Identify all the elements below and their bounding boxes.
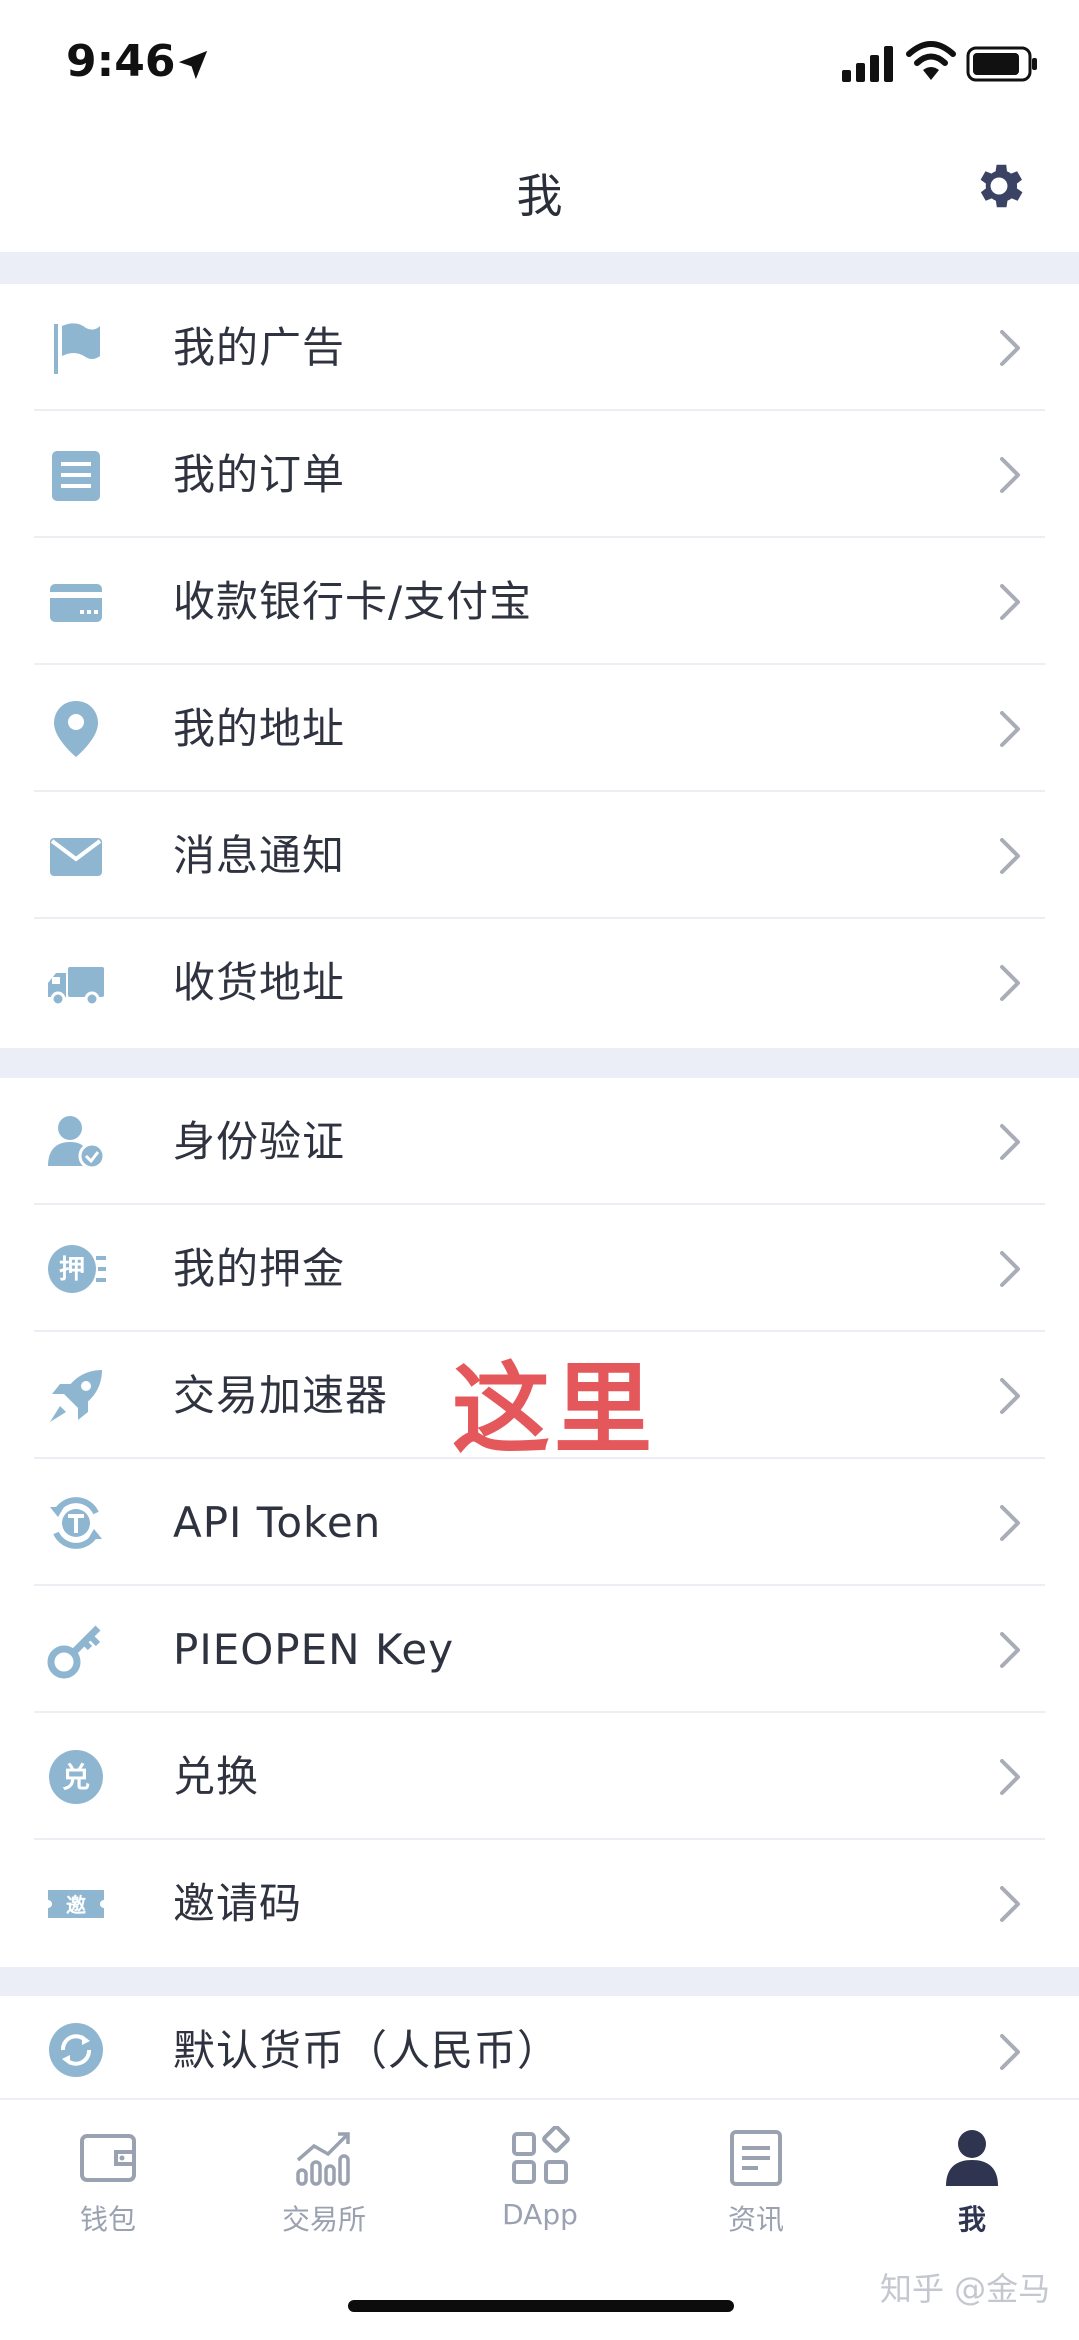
menu-item-label: 收货地址 [173, 958, 346, 1007]
annotation-text: 这里 [452, 1353, 657, 1467]
menu-item-notifications[interactable]: 消息通知 [0, 792, 1079, 919]
section-separator [0, 1048, 1079, 1078]
section-separator [0, 252, 1079, 284]
navigation-bar: 我 [0, 130, 1079, 252]
invite-icon-glyph: 邀 [66, 1893, 86, 1917]
tab-label: DApp [502, 2198, 578, 2231]
section-separator [0, 1966, 1079, 1996]
location-pin-icon [54, 701, 98, 757]
user-verified-icon [48, 1116, 106, 1170]
news-icon [730, 2130, 782, 2186]
menu-item-label: API Token [173, 1498, 382, 1547]
tab-news[interactable]: 资讯 [648, 2100, 864, 2250]
tab-label: 资讯 [727, 2203, 784, 2236]
tab-label: 交易所 [281, 2203, 366, 2236]
chevron-right-icon [1000, 838, 1020, 874]
wallet-icon [80, 2134, 136, 2182]
menu-item-my-orders[interactable]: 我的订单 [0, 411, 1079, 538]
envelope-icon [50, 838, 102, 876]
profile-icon [946, 2130, 998, 2186]
menu-item-label: 收款银行卡/支付宝 [173, 577, 533, 626]
chevron-right-icon [1000, 584, 1020, 620]
location-arrow-icon [178, 50, 208, 80]
chart-icon [296, 2132, 350, 2186]
status-bar: 9:46 [0, 0, 1079, 130]
invite-ticket-icon: 邀 [48, 1890, 104, 1918]
menu-item-label: 邀请码 [173, 1879, 303, 1928]
menu-section-2: 身份验证 押 我的押金 交易加速器 API Token PIEOPEN Key … [0, 1078, 1079, 1967]
token-icon [50, 1497, 102, 1549]
key-icon [47, 1625, 101, 1679]
tab-label: 我 [957, 2203, 986, 2236]
truck-icon [48, 967, 104, 1007]
exchange-icon: 兑 [49, 1750, 103, 1804]
tab-dapp[interactable]: DApp [432, 2100, 648, 2250]
watermark: 知乎 @金马 [880, 2270, 1051, 2308]
page-title: 我 [516, 169, 563, 223]
tab-label: 钱包 [79, 2203, 136, 2236]
menu-item-label: 兑换 [173, 1752, 260, 1801]
menu-item-label: 交易加速器 [173, 1371, 389, 1420]
chevron-right-icon [1000, 1886, 1020, 1922]
menu-item-label: 我的订单 [173, 450, 346, 499]
chevron-right-icon [1000, 1632, 1020, 1668]
wifi-icon [906, 41, 956, 80]
settings-gear-icon[interactable] [970, 157, 1028, 215]
menu-item-pieopen-key[interactable]: PIEOPEN Key [0, 1586, 1079, 1713]
menu-item-invite-code[interactable]: 邀 邀请码 [0, 1840, 1079, 1967]
apps-grid-icon [512, 2126, 570, 2184]
menu-item-my-address[interactable]: 我的地址 [0, 665, 1079, 792]
deposit-icon-glyph: 押 [59, 1255, 85, 1285]
menu-item-bank-card-alipay[interactable]: 收款银行卡/支付宝 [0, 538, 1079, 665]
menu-item-my-deposit[interactable]: 押 我的押金 [0, 1205, 1079, 1332]
chevron-right-icon [1000, 1759, 1020, 1795]
deposit-icon: 押 [48, 1245, 106, 1293]
chevron-right-icon [1000, 2034, 1020, 2070]
menu-item-label: 我的广告 [173, 323, 346, 372]
menu-item-api-token[interactable]: API Token [0, 1459, 1079, 1586]
menu-item-label: 我的押金 [173, 1244, 346, 1293]
cellular-signal-icon [842, 46, 893, 82]
menu-item-identity-verification[interactable]: 身份验证 [0, 1078, 1079, 1205]
menu-section-1: 我的广告 我的订单 收款银行卡/支付宝 我的地址 消息通知 收货地址 [0, 284, 1079, 1046]
chevron-right-icon [1000, 330, 1020, 366]
chevron-right-icon [1000, 457, 1020, 493]
tab-me[interactable]: 我 [864, 2100, 1079, 2250]
tab-wallet[interactable]: 钱包 [0, 2100, 216, 2250]
tab-exchange[interactable]: 交易所 [216, 2100, 432, 2250]
menu-item-label: 身份验证 [173, 1117, 346, 1166]
menu-item-label: PIEOPEN Key [173, 1625, 455, 1674]
document-icon [52, 451, 100, 501]
battery-icon [966, 46, 1037, 82]
menu-item-label: 我的地址 [173, 704, 346, 753]
menu-item-default-currency[interactable]: 默认货币（人民币） [0, 1996, 1079, 2098]
chevron-right-icon [1000, 1124, 1020, 1160]
menu-item-label: 消息通知 [173, 831, 346, 880]
menu-item-label: 默认货币（人民币） [173, 2026, 561, 2075]
chevron-right-icon [1000, 1378, 1020, 1414]
chevron-right-icon [1000, 965, 1020, 1001]
card-icon [50, 584, 102, 622]
exchange-icon-glyph: 兑 [62, 1761, 90, 1794]
currency-refresh-icon [49, 2023, 103, 2077]
menu-item-exchange[interactable]: 兑 兑换 [0, 1713, 1079, 1840]
status-time: 9:46 [66, 36, 176, 87]
flag-icon [54, 323, 100, 374]
chevron-right-icon [1000, 1251, 1020, 1287]
menu-item-my-ads[interactable]: 我的广告 [0, 284, 1079, 411]
home-indicator[interactable] [348, 2300, 734, 2312]
menu-item-shipping-address[interactable]: 收货地址 [0, 919, 1079, 1046]
menu-section-3: 默认货币（人民币） [0, 1996, 1079, 2098]
chevron-right-icon [1000, 1505, 1020, 1541]
rocket-icon [50, 1370, 102, 1422]
chevron-right-icon [1000, 711, 1020, 747]
